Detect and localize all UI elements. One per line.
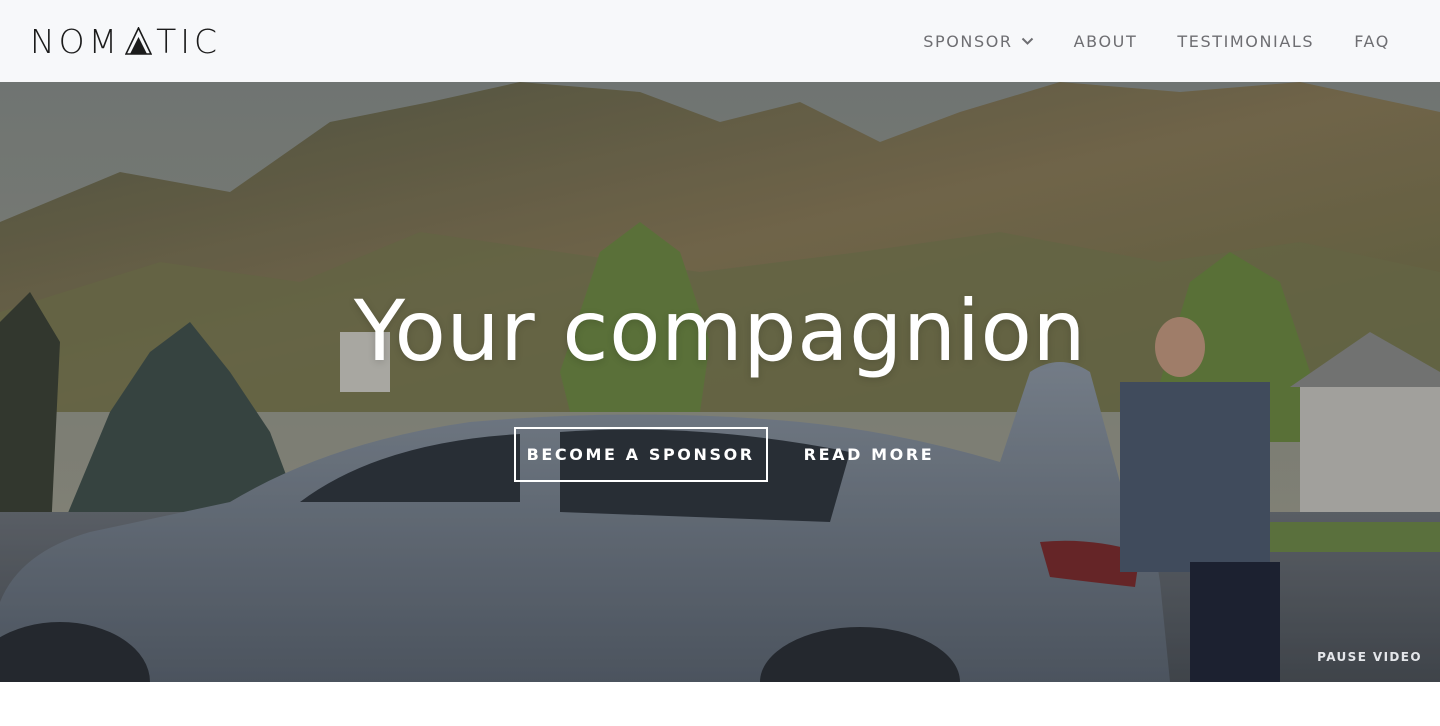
read-more-button[interactable]: READ MORE	[804, 427, 935, 482]
nav-item-faq[interactable]: FAQ	[1354, 32, 1390, 51]
logo-text-right: TIC	[156, 21, 222, 61]
pause-video-button[interactable]: PAUSE VIDEO	[1317, 650, 1422, 664]
nav-item-sponsor[interactable]: SPONSOR	[923, 32, 1033, 51]
nav-item-about[interactable]: ABOUT	[1074, 32, 1138, 51]
nav-label: ABOUT	[1073, 31, 1138, 51]
hero-actions: BECOME A SPONSOR READ MORE	[0, 427, 1440, 482]
main-nav: SPONSOR ABOUT TESTIMONIALS FAQ	[923, 32, 1390, 51]
triangle-icon	[125, 27, 153, 55]
site-header: NOM TIC SPONSOR ABOUT TESTIMONIALS FAQ	[0, 0, 1440, 82]
nomatic-logo[interactable]: NOM TIC	[30, 22, 221, 61]
become-sponsor-button[interactable]: BECOME A SPONSOR	[513, 427, 768, 482]
hero-overlay	[0, 82, 1440, 682]
nav-item-testimonials[interactable]: TESTIMONIALS	[1177, 32, 1314, 51]
nav-label: FAQ	[1354, 31, 1390, 51]
nav-label: SPONSOR	[923, 31, 1013, 51]
hero-headline: Your compagnion	[353, 282, 1087, 380]
chevron-down-icon	[1021, 37, 1033, 45]
logo-text-left: NOM	[30, 21, 122, 61]
nav-label: TESTIMONIALS	[1177, 31, 1315, 51]
hero-video: Your compagnion BECOME A SPONSOR READ MO…	[0, 82, 1440, 682]
